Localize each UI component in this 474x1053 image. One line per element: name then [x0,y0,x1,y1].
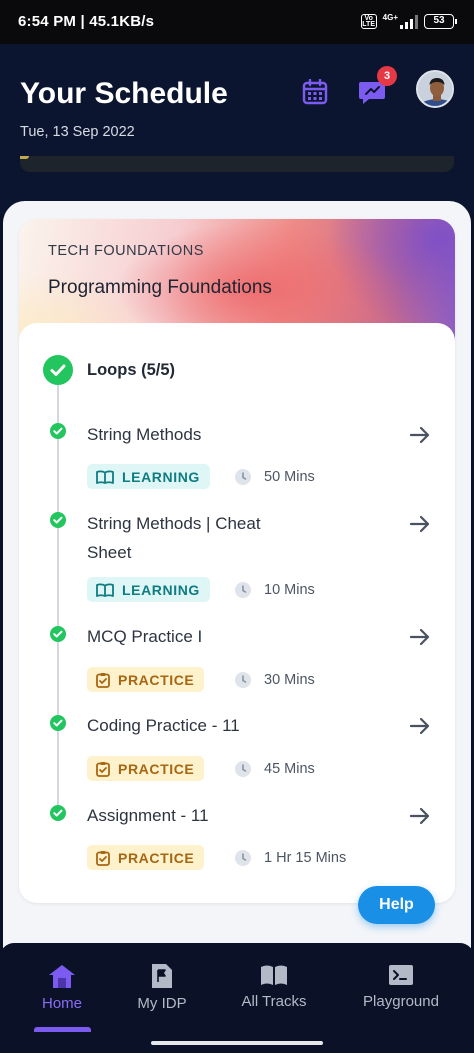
help-button[interactable]: Help [358,886,435,924]
clipboard-check-icon [96,672,110,688]
lesson-duration: 50 Mins [264,469,315,485]
nav-item-playground[interactable]: Playground [354,943,448,1033]
arrow-right-icon[interactable] [408,512,432,536]
lesson-duration: 45 Mins [264,761,315,777]
volte-icon: Vo LTE [360,14,377,29]
avatar[interactable] [416,70,454,108]
calendar-button[interactable] [302,78,328,105]
flag-document-icon [152,964,172,988]
lesson-duration: 30 Mins [264,672,315,688]
lesson-tag-label: PRACTICE [118,760,195,777]
lesson-tag: LEARNING [87,464,210,489]
nav-label: Home [41,995,82,1012]
terminal-icon [389,965,413,985]
lesson-check-icon [50,423,66,439]
nav-label: All Tracks [241,993,307,1010]
arrow-right-icon[interactable] [408,804,432,828]
book-icon [96,582,114,597]
lesson-title[interactable]: Coding Practice - 11 [87,711,307,740]
nav-label: My IDP [137,995,187,1012]
clock-icon [235,469,251,485]
lesson-check-icon [50,715,66,731]
schedule-date: Tue, 13 Sep 2022 [20,124,135,140]
schedule-header: Your Schedule Tue, 13 Sep 2022 3 [0,44,474,214]
lesson-check-icon [50,512,66,528]
battery-icon: 53 [424,14,457,29]
nav-item-my-idp[interactable]: My IDP [122,943,202,1033]
clipboard-check-icon [96,761,110,777]
clipboard-check-icon [96,850,110,866]
clock-icon [235,582,251,598]
network-type: 4G+ [382,13,398,22]
lesson-title[interactable]: Assignment - 11 [87,801,307,830]
module-complete-check-icon [43,355,73,385]
lesson-tag: PRACTICE [87,667,205,692]
arrow-right-icon[interactable] [408,625,432,649]
book-icon [96,469,114,484]
course-title: Programming Foundations [48,277,272,298]
lesson-check-icon [50,805,66,821]
home-gesture-handle[interactable] [151,1041,323,1045]
arrow-right-icon[interactable] [408,423,432,447]
lesson-title[interactable]: String Methods | Cheat Sheet [87,509,307,567]
lesson-tag-label: PRACTICE [118,849,195,866]
notification-badge: 3 [377,66,397,86]
schedule-progress-bar [20,156,454,172]
schedule-progress-fill [20,156,29,159]
active-tab-indicator [34,1027,91,1032]
lesson-tag: LEARNING [87,577,210,602]
status-bar: 6:54 PM | 45.1KB/s Vo LTE 4G+ 53 [0,0,474,44]
lesson-tag-label: LEARNING [122,468,200,485]
lesson-check-icon [50,626,66,642]
nav-label: Playground [363,993,439,1010]
track-label: TECH FOUNDATIONS [48,243,204,259]
nav-item-all-tracks[interactable]: All Tracks [229,943,319,1033]
lesson-duration: 10 Mins [264,582,315,598]
profile-photo [418,72,452,106]
clock-icon [235,672,251,688]
clock-icon [235,761,251,777]
page-title: Your Schedule [20,77,228,110]
signal-icon [400,14,418,29]
lesson-tag-label: PRACTICE [118,671,195,688]
clock-icon [235,850,251,866]
status-time: 6:54 PM | 45.1KB/s [18,13,155,30]
arrow-right-icon[interactable] [408,714,432,738]
lesson-tag: PRACTICE [87,845,205,870]
lesson-duration: 1 Hr 15 Mins [264,850,347,866]
lesson-tag: PRACTICE [87,756,205,781]
home-icon [49,965,75,988]
module-title[interactable]: Loops (5/5) [87,361,175,380]
open-book-icon [261,965,287,985]
lesson-title[interactable]: String Methods [87,420,307,449]
calendar-icon [302,78,328,105]
lesson-tag-label: LEARNING [122,581,200,598]
status-icons: Vo LTE 4G+ 53 [360,13,457,29]
nav-item-home[interactable]: Home [20,943,104,1033]
lesson-title[interactable]: MCQ Practice I [87,622,307,651]
